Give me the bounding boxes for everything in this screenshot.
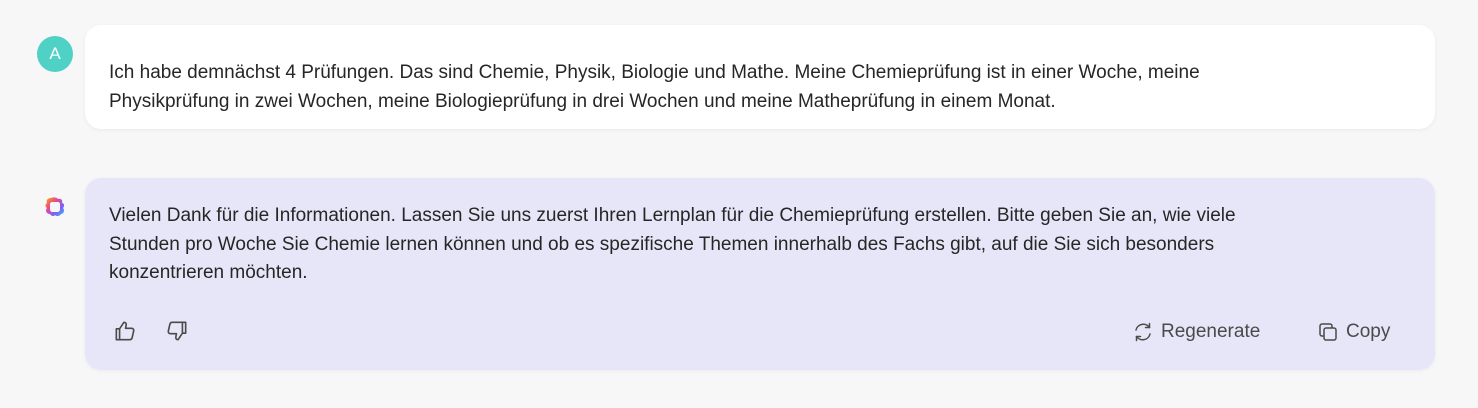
- regenerate-button[interactable]: Regenerate: [1131, 318, 1260, 347]
- user-message-bubble: Ich habe demnächst 4 Prüfungen. Das sind…: [85, 25, 1435, 129]
- thumb-down-button[interactable]: [164, 318, 190, 344]
- thumb-down-icon: [167, 321, 187, 341]
- copy-button[interactable]: Copy: [1316, 318, 1390, 347]
- regenerate-icon: [1135, 323, 1151, 342]
- assistant-message-bubble: Vielen Dank für die Informationen. Lasse…: [85, 178, 1435, 370]
- regenerate-label: Regenerate: [1161, 321, 1261, 342]
- assistant-message-line: konzentrieren möchten.: [109, 262, 308, 283]
- assistant-message-line: Vielen Dank für die Informationen. Lasse…: [109, 205, 1236, 226]
- assistant-message-line: Stunden pro Woche Sie Chemie lernen könn…: [109, 233, 1215, 255]
- user-avatar: A: [37, 36, 73, 72]
- copy-icon: [1319, 323, 1337, 341]
- thumb-up-button[interactable]: [112, 318, 138, 344]
- copilot-logo-icon: [45, 197, 65, 217]
- user-message-line: Ich habe demnächst 4 Prüfungen. Das sind…: [109, 62, 1200, 83]
- thumb-up-icon: [115, 321, 135, 341]
- copy-label: Copy: [1346, 321, 1391, 342]
- user-message-line: Physikprüfung in zwei Wochen, meine Biol…: [109, 90, 1056, 112]
